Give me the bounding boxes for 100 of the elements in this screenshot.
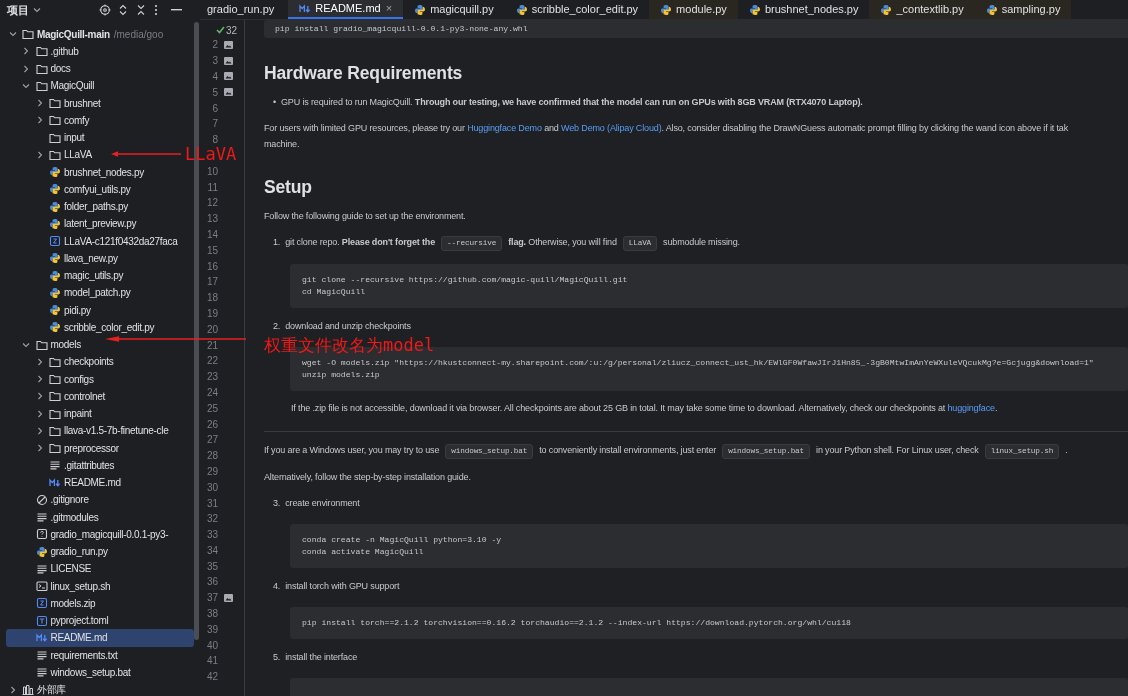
- tree-item[interactable]: README.md: [6, 629, 194, 647]
- image-icon[interactable]: [224, 88, 233, 97]
- chevron-right-icon[interactable]: [22, 64, 30, 73]
- tree-item[interactable]: LLaVA-c121f0432da27faca: [6, 232, 181, 250]
- python-icon: [49, 200, 61, 213]
- chevron-right-icon[interactable]: [35, 99, 44, 108]
- crosshair-icon[interactable]: [99, 4, 111, 16]
- tree-item[interactable]: comfyui_utils.py: [6, 180, 134, 198]
- tree-item[interactable]: gradio_run.py: [6, 543, 111, 561]
- tree-item[interactable]: linux_setup.sh: [6, 577, 114, 595]
- tree-item[interactable]: pidi.py: [6, 301, 94, 319]
- line-number: 24: [205, 385, 218, 400]
- editor-tab[interactable]: README.md ×: [288, 0, 404, 19]
- tree-item[interactable]: magic_utils.py: [6, 267, 127, 285]
- folder-icon: [49, 97, 61, 110]
- tree-item[interactable]: pyproject.toml: [6, 612, 112, 630]
- tree-item[interactable]: .gitmodules: [6, 508, 102, 526]
- link[interactable]: huggingface: [947, 403, 995, 413]
- tree-item[interactable]: model_patch.py: [6, 284, 134, 302]
- chevron-right-icon[interactable]: [35, 392, 44, 401]
- tree-item[interactable]: .gitignore: [6, 491, 92, 509]
- chevron-right-icon[interactable]: [35, 150, 44, 159]
- image-icon[interactable]: [224, 72, 233, 81]
- link[interactable]: Huggingface Demo: [467, 123, 542, 133]
- chevron-down-icon[interactable]: [22, 340, 30, 349]
- image-icon[interactable]: [224, 40, 233, 49]
- tree-item[interactable]: 外部库: [6, 681, 70, 696]
- link[interactable]: Web Demo (Alipay Cloud): [561, 123, 662, 133]
- text-file-icon: [49, 459, 61, 472]
- folder-icon: [49, 373, 61, 386]
- line-number: 28: [205, 449, 218, 464]
- line-number: 16: [205, 259, 218, 274]
- line-number: 31: [205, 496, 218, 511]
- tree-item[interactable]: inpaint: [6, 405, 95, 423]
- tree-item[interactable]: LLaVA: [6, 146, 95, 164]
- line-number: 15: [205, 243, 218, 258]
- code-block: conda create -n MagicQuill python=3.10 -y conda activate MagicQuill: [290, 524, 1128, 568]
- editor-tab[interactable]: sampling.py: [974, 0, 1072, 19]
- line-number: 26: [205, 417, 218, 432]
- tree-item[interactable]: README.md: [6, 474, 124, 492]
- tree-item[interactable]: scribble_color_edit.py: [6, 318, 158, 336]
- chevron-down-icon[interactable]: [22, 81, 30, 90]
- check-icon[interactable]: [216, 26, 225, 34]
- folder-icon: [35, 62, 48, 75]
- archive-icon: [49, 235, 61, 248]
- inspection-count[interactable]: 32: [226, 22, 238, 38]
- tree-item[interactable]: docs: [6, 60, 74, 78]
- folder-icon: [35, 79, 48, 92]
- line-number: 5: [211, 85, 218, 100]
- tree-item[interactable]: llava-v1.5-7b-finetune-cle: [6, 422, 172, 440]
- more-icon[interactable]: [154, 4, 158, 16]
- tree-item[interactable]: latent_preview.py: [6, 215, 140, 233]
- tree-item[interactable]: folder_paths.py: [6, 198, 131, 216]
- chevron-right-icon[interactable]: [35, 116, 44, 125]
- tree-item[interactable]: requirements.txt: [6, 646, 121, 664]
- tree-item[interactable]: comfy: [6, 111, 93, 129]
- expand-icon[interactable]: [118, 4, 128, 16]
- editor-tab[interactable]: module.py: [649, 0, 738, 19]
- line-number: 23: [205, 370, 218, 385]
- tree-item[interactable]: .github: [6, 42, 82, 60]
- tree-item[interactable]: LICENSE: [6, 560, 95, 578]
- tree-item[interactable]: llava_new.py: [6, 249, 121, 267]
- chevron-down-icon[interactable]: [8, 30, 17, 39]
- chevron-right-icon[interactable]: [35, 357, 44, 366]
- heading: Hardware Requirements: [264, 62, 464, 84]
- paragraph: For users with limited GPU resources, please try our Huggingface Demo and Web Demo (Alipay Cloud). Also, consider disabling the DrawNGuess automatic prompt filling by clicking the wand icon above if it tak machine.: [264, 122, 1068, 151]
- tree-item[interactable]: .gitattributes: [6, 456, 118, 474]
- tree-item[interactable]: gradio_magicquill-0.0.1-py3-: [6, 525, 172, 543]
- tree-item[interactable]: brushnet_nodes.py: [6, 163, 147, 181]
- chevron-right-icon[interactable]: [35, 375, 44, 384]
- tree-item[interactable]: checkpoints: [6, 353, 117, 371]
- list-item: 2. download and unzip checkpoints: [273, 320, 411, 333]
- tree-item[interactable]: models: [6, 336, 84, 354]
- editor-tab[interactable]: _contextlib.py: [869, 0, 975, 19]
- image-icon[interactable]: [224, 56, 233, 65]
- python-icon: [414, 3, 427, 16]
- chevron-right-icon[interactable]: [35, 426, 44, 435]
- python-icon: [880, 3, 893, 16]
- tree-item[interactable]: configs: [6, 370, 97, 388]
- panel-title[interactable]: 项目: [7, 1, 29, 19]
- tree-item[interactable]: controlnet: [6, 387, 108, 405]
- tree-item[interactable]: MagicQuill-main /media/goo: [6, 25, 167, 43]
- tree-item[interactable]: MagicQuill: [6, 77, 98, 95]
- line-number: 25: [205, 401, 218, 416]
- image-icon[interactable]: [224, 593, 233, 602]
- tree-item[interactable]: preprocessor: [6, 439, 122, 457]
- chevron-right-icon[interactable]: [22, 47, 30, 56]
- collapse-icon[interactable]: [136, 4, 146, 16]
- python-icon: [49, 217, 61, 230]
- chevron-down-icon[interactable]: [33, 7, 41, 13]
- chevron-right-icon[interactable]: [35, 409, 44, 418]
- tree-item[interactable]: input: [6, 129, 88, 147]
- minimize-icon[interactable]: [171, 9, 182, 11]
- tree-item[interactable]: brushnet: [6, 94, 104, 112]
- tree-item[interactable]: models.zip: [6, 594, 99, 612]
- chevron-right-icon[interactable]: [8, 685, 17, 694]
- close-button[interactable]: ×: [385, 0, 393, 17]
- line-number: 17: [205, 275, 218, 290]
- tree-item[interactable]: windows_setup.bat: [6, 663, 134, 681]
- chevron-right-icon[interactable]: [35, 444, 44, 453]
